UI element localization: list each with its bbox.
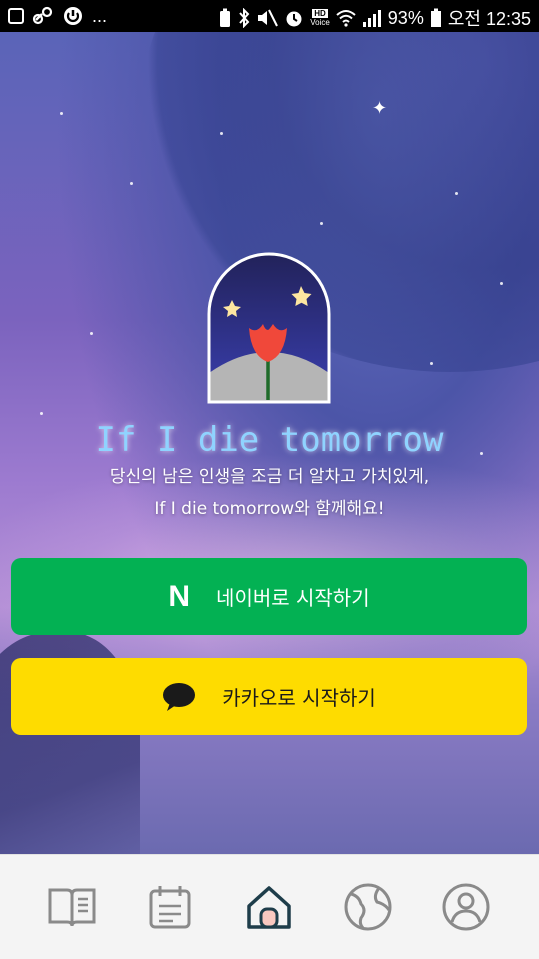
link-icon [32, 6, 53, 25]
naver-login-button[interactable]: N 네이버로 시작하기 [11, 558, 527, 635]
background-star [90, 332, 93, 335]
status-right: HD Voice 93% 오전 12:35 [218, 5, 531, 31]
nav-book[interactable] [44, 879, 100, 935]
bluetooth-icon [239, 8, 250, 28]
planet-decoration [140, 32, 539, 372]
background-star [40, 412, 43, 415]
app-a-icon [8, 8, 24, 24]
sparkle-star-icon: ✦ [372, 98, 388, 119]
background-star [455, 192, 458, 195]
home-icon [247, 886, 291, 929]
calendar-icon [149, 886, 191, 929]
tagline-line-2: If I die tomorrow와 함께해요! [154, 499, 385, 519]
background-star [430, 362, 433, 365]
signal-icon [362, 10, 381, 27]
bottom-navigation [0, 854, 539, 959]
globe-icon [344, 883, 392, 931]
mute-icon [258, 9, 279, 27]
nav-calendar[interactable] [142, 879, 198, 935]
clock: 오전 12:35 [447, 9, 531, 29]
status-bar: ... HD Voice 93% 오전 12:35 [0, 0, 539, 32]
naver-n-icon: N [168, 579, 191, 613]
alarm-icon [286, 11, 302, 27]
nav-home[interactable] [241, 879, 297, 935]
profile-icon [442, 883, 490, 931]
power-icon [64, 7, 82, 25]
app-logo [207, 252, 331, 404]
voice-label: Voice [310, 18, 330, 27]
naver-login-label: 네이버로 시작하기 [216, 586, 370, 610]
status-more: ... [92, 5, 108, 26]
background-star [500, 282, 503, 285]
background-star [320, 222, 323, 225]
book-icon [48, 888, 96, 927]
battery-saver-icon [220, 8, 231, 27]
app-title: If I die tomorrow [95, 420, 444, 460]
hd-voice-badge: HD Voice [310, 9, 330, 27]
hd-label: HD [312, 9, 328, 18]
battery-icon [430, 8, 441, 27]
kakao-login-button[interactable]: 카카오로 시작하기 [11, 658, 527, 735]
background-star [60, 112, 63, 115]
background-star [130, 182, 133, 185]
tagline-line-1: 당신의 남은 인생을 조금 더 알차고 가치있게, [109, 467, 430, 487]
background-star [220, 132, 223, 135]
nav-profile[interactable] [438, 879, 494, 935]
battery-percent: 93% [387, 7, 424, 28]
kakao-login-label: 카카오로 시작하기 [222, 686, 376, 710]
kakao-speech-bubble-icon [163, 682, 196, 711]
status-left: ... [8, 5, 107, 27]
wifi-icon [336, 10, 356, 27]
nav-globe[interactable] [340, 879, 396, 935]
